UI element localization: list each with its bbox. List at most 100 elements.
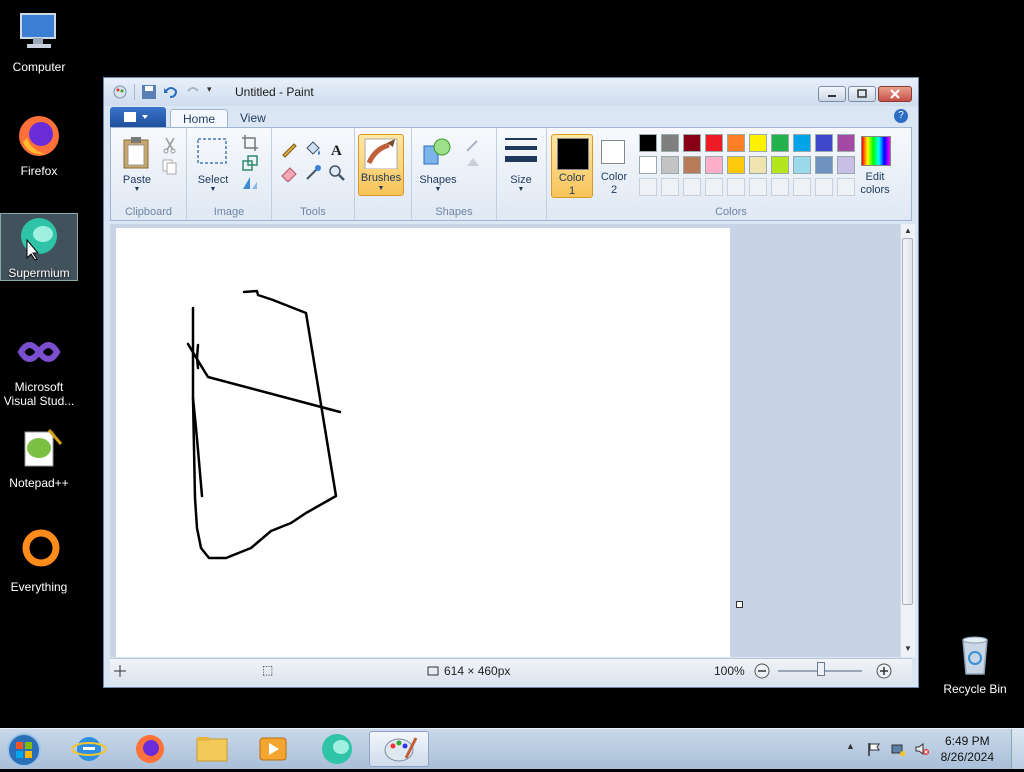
shapes-button[interactable]: Shapes bbox=[416, 174, 460, 186]
scroll-down-icon[interactable]: ▼ bbox=[904, 644, 912, 653]
taskbar-media-player[interactable] bbox=[246, 731, 300, 767]
palette-swatch[interactable] bbox=[771, 156, 789, 174]
size-dropdown-icon[interactable]: ▼ bbox=[496, 186, 546, 193]
palette-swatch-empty[interactable] bbox=[727, 178, 745, 196]
rotate-icon[interactable] bbox=[241, 174, 259, 192]
desktop-icon-supermium[interactable]: Supermium bbox=[0, 213, 78, 281]
show-desktop-button[interactable] bbox=[1011, 729, 1024, 769]
network-icon[interactable] bbox=[891, 742, 905, 756]
palette-swatch-empty[interactable] bbox=[837, 178, 855, 196]
scrollbar-thumb[interactable] bbox=[902, 238, 913, 605]
paste-button[interactable]: Paste bbox=[119, 174, 155, 186]
palette-swatch[interactable] bbox=[639, 134, 657, 152]
desktop-icon-notepadpp[interactable]: Notepad++ bbox=[1, 424, 77, 490]
color2-button[interactable]: Color 2 bbox=[595, 134, 633, 198]
crop-icon[interactable] bbox=[241, 134, 259, 152]
palette-swatch-empty[interactable] bbox=[705, 178, 723, 196]
undo-icon[interactable] bbox=[163, 84, 179, 100]
palette-swatch[interactable] bbox=[837, 134, 855, 152]
palette-swatch-empty[interactable] bbox=[771, 178, 789, 196]
palette-swatch-empty[interactable] bbox=[815, 178, 833, 196]
palette-swatch[interactable] bbox=[749, 134, 767, 152]
palette-swatch[interactable] bbox=[683, 134, 701, 152]
maximize-button[interactable] bbox=[848, 86, 876, 102]
palette-swatch[interactable] bbox=[661, 134, 679, 152]
palette-swatch-empty[interactable] bbox=[661, 178, 679, 196]
size-icon[interactable] bbox=[504, 136, 538, 164]
minimize-button[interactable] bbox=[818, 86, 846, 102]
close-button[interactable] bbox=[878, 86, 912, 102]
zoom-out-icon[interactable] bbox=[754, 663, 770, 679]
palette-swatch[interactable] bbox=[771, 134, 789, 152]
palette-swatch[interactable] bbox=[793, 156, 811, 174]
tab-view[interactable]: View bbox=[228, 109, 278, 127]
palette-swatch[interactable] bbox=[837, 156, 855, 174]
taskbar-paint[interactable] bbox=[369, 731, 429, 767]
desktop-icon-everything[interactable]: Everything bbox=[1, 528, 77, 594]
palette-swatch[interactable] bbox=[815, 134, 833, 152]
shape-fill-icon[interactable] bbox=[464, 154, 482, 172]
text-icon[interactable]: A bbox=[328, 140, 346, 158]
color1-button[interactable]: Color 1 bbox=[551, 134, 593, 198]
pencil-icon[interactable] bbox=[280, 140, 298, 158]
color-picker-icon[interactable] bbox=[304, 164, 322, 182]
redo-icon[interactable] bbox=[185, 84, 201, 100]
select-dropdown-icon[interactable]: ▼ bbox=[193, 186, 233, 193]
tab-home[interactable]: Home bbox=[170, 109, 229, 128]
vertical-scrollbar[interactable]: ▲ ▼ bbox=[900, 224, 915, 657]
desktop-icon-visual-studio[interactable]: Microsoft Visual Stud... bbox=[1, 328, 77, 408]
select-button[interactable]: Select bbox=[193, 174, 233, 186]
taskbar-file-explorer[interactable] bbox=[185, 731, 239, 767]
everything-icon bbox=[22, 529, 60, 567]
palette-swatch[interactable] bbox=[727, 156, 745, 174]
edit-colors-button[interactable]: Edit colors bbox=[855, 134, 899, 198]
magnifier-icon[interactable] bbox=[328, 164, 346, 182]
shapes-dropdown-icon[interactable]: ▼ bbox=[416, 186, 460, 193]
zoom-slider-thumb[interactable] bbox=[817, 662, 825, 676]
copy-icon[interactable] bbox=[161, 158, 179, 176]
eraser-icon[interactable] bbox=[280, 164, 298, 182]
palette-swatch-empty[interactable] bbox=[793, 178, 811, 196]
palette-swatch[interactable] bbox=[661, 156, 679, 174]
palette-swatch[interactable] bbox=[815, 156, 833, 174]
taskbar-supermium[interactable] bbox=[310, 731, 364, 767]
drawing-canvas[interactable] bbox=[116, 228, 730, 657]
paste-dropdown-icon[interactable]: ▼ bbox=[119, 186, 155, 193]
customize-toolbar-icon[interactable]: ▾ bbox=[207, 84, 217, 100]
clock[interactable]: 6:49 PM 8/26/2024 bbox=[941, 733, 994, 765]
save-icon[interactable] bbox=[141, 84, 157, 100]
zoom-in-icon[interactable] bbox=[876, 663, 892, 679]
desktop-icon-recycle-bin[interactable]: Recycle Bin bbox=[937, 630, 1013, 696]
palette-swatch[interactable] bbox=[727, 134, 745, 152]
taskbar-firefox[interactable] bbox=[123, 731, 177, 767]
palette-swatch-empty[interactable] bbox=[683, 178, 701, 196]
palette-swatch[interactable] bbox=[639, 156, 657, 174]
paint-menu-button[interactable] bbox=[110, 107, 166, 127]
action-center-flag-icon[interactable] bbox=[867, 742, 881, 756]
scroll-up-icon[interactable]: ▲ bbox=[904, 226, 912, 235]
palette-swatch-empty[interactable] bbox=[749, 178, 767, 196]
volume-muted-icon[interactable] bbox=[915, 742, 929, 756]
desktop-icon-firefox[interactable]: Firefox bbox=[1, 112, 77, 178]
help-icon[interactable]: ? bbox=[894, 109, 908, 123]
palette-swatch[interactable] bbox=[705, 134, 723, 152]
select-icon[interactable] bbox=[197, 138, 227, 164]
palette-swatch[interactable] bbox=[705, 156, 723, 174]
outline-icon[interactable] bbox=[464, 136, 482, 154]
shapes-icon[interactable] bbox=[422, 136, 454, 168]
palette-swatch[interactable] bbox=[793, 134, 811, 152]
palette-swatch[interactable] bbox=[749, 156, 767, 174]
desktop-icon-computer[interactable]: Computer bbox=[1, 8, 77, 74]
palette-swatch[interactable] bbox=[683, 156, 701, 174]
fill-icon[interactable] bbox=[304, 140, 322, 158]
paste-icon[interactable] bbox=[121, 136, 151, 170]
size-button[interactable]: Size bbox=[496, 174, 546, 186]
brushes-button[interactable]: Brushes ▼ bbox=[358, 134, 404, 196]
resize-icon[interactable] bbox=[241, 154, 259, 172]
show-hidden-icons[interactable]: ▲ bbox=[846, 741, 855, 751]
cut-icon[interactable] bbox=[161, 136, 179, 154]
palette-swatch-empty[interactable] bbox=[639, 178, 657, 196]
canvas-resize-handle[interactable] bbox=[736, 601, 743, 608]
start-button[interactable] bbox=[2, 731, 56, 767]
taskbar-internet-explorer[interactable] bbox=[62, 731, 116, 767]
